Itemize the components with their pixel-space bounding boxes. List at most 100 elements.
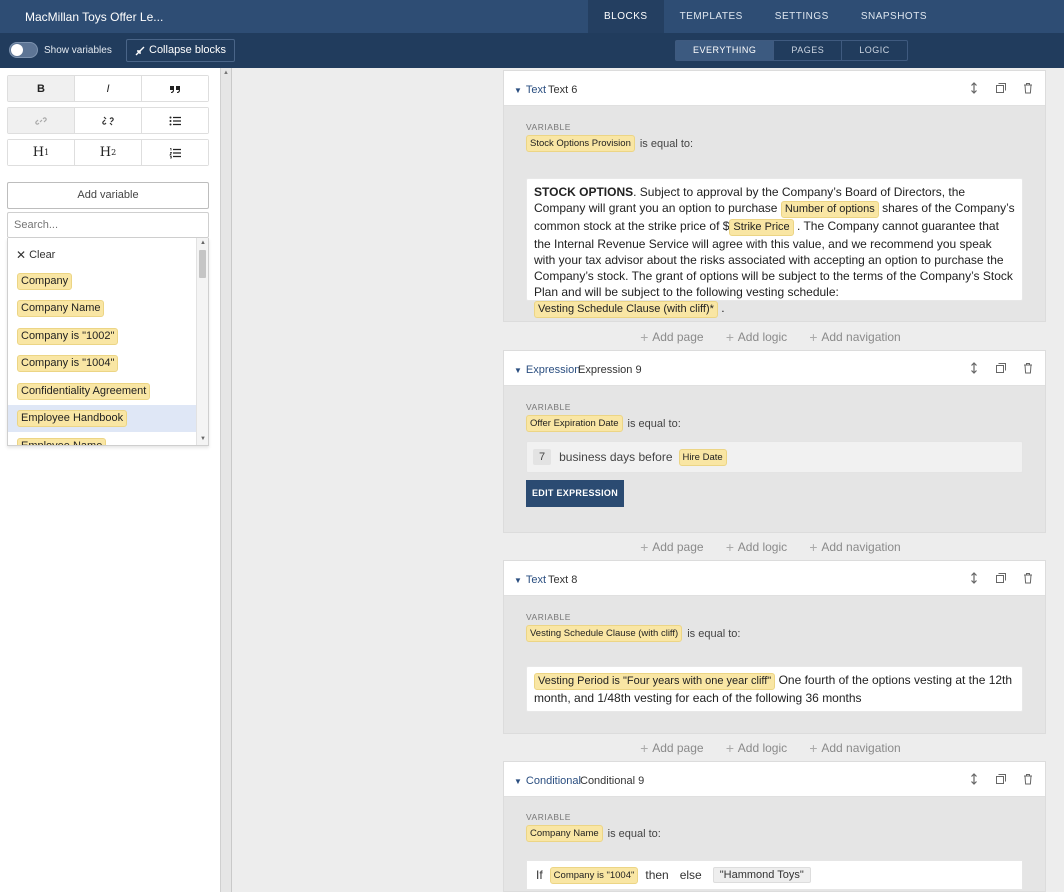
block-name: Text 8: [548, 574, 578, 586]
move-icon[interactable]: [967, 361, 981, 375]
move-icon[interactable]: [967, 772, 981, 786]
variable-pill[interactable]: Vesting Period is "Four years with one y…: [534, 673, 776, 690]
heading-2-button[interactable]: H2: [74, 140, 141, 165]
add-actions-row: + Add page + Add logic + Add navigation: [640, 740, 901, 756]
add-navigation-button[interactable]: + Add navigation: [809, 539, 901, 555]
block-type-toggle[interactable]: ▼ Conditional: [514, 775, 581, 787]
condition-pill[interactable]: Company is "1004": [549, 866, 639, 884]
variable-pill[interactable]: Number of options: [780, 201, 879, 218]
add-page-label: Add page: [652, 540, 704, 554]
variable-pill[interactable]: Strike Price: [729, 219, 794, 236]
block-actions: [967, 361, 1035, 375]
link-button[interactable]: [8, 108, 74, 133]
format-row-3: H1 H2: [7, 139, 209, 166]
add-page-button[interactable]: + Add page: [640, 329, 704, 345]
variable-search-input[interactable]: [7, 212, 209, 238]
numbered-list-button[interactable]: [141, 140, 208, 165]
block-header: ▼ Expression Expression 9: [504, 351, 1045, 386]
dropdown-scrollbar[interactable]: ▲ ▼: [196, 238, 208, 445]
tab-settings[interactable]: SETTINGS: [759, 0, 845, 33]
equal-label: is equal to:: [607, 827, 661, 840]
equal-label: is equal to:: [627, 417, 681, 430]
bullet-list-button[interactable]: [141, 108, 208, 133]
edit-expression-button[interactable]: EDIT EXPRESSION: [526, 480, 624, 507]
add-actions-row: + Add page + Add logic + Add navigation: [640, 539, 901, 555]
h2-sub: 2: [111, 148, 117, 157]
scroll-thumb[interactable]: [199, 250, 206, 278]
number-value[interactable]: 7: [533, 449, 552, 465]
add-page-button[interactable]: + Add page: [640, 539, 704, 555]
block-type-toggle[interactable]: ▼ Text: [514, 84, 546, 96]
h1-label: H: [32, 145, 45, 160]
add-navigation-button[interactable]: + Add navigation: [809, 329, 901, 345]
variable-pill[interactable]: Vesting Schedule Clause (with cliff)*: [534, 301, 718, 318]
list-item[interactable]: Employee Name: [8, 433, 197, 445]
tab-blocks[interactable]: BLOCKS: [588, 0, 664, 33]
variable-pill: Confidentiality Agreement: [17, 383, 151, 400]
add-logic-button[interactable]: + Add logic: [726, 539, 788, 555]
list-item-selected[interactable]: Employee Handbook: [8, 405, 197, 432]
block-type-toggle[interactable]: ▼ Expression: [514, 364, 580, 376]
trash-icon[interactable]: [1021, 772, 1035, 786]
tab-snapshots[interactable]: SNAPSHOTS: [845, 0, 943, 33]
move-icon[interactable]: [967, 571, 981, 585]
filter-pages[interactable]: PAGES: [773, 41, 841, 60]
tab-templates[interactable]: TEMPLATES: [664, 0, 759, 33]
add-logic-button[interactable]: + Add logic: [726, 329, 788, 345]
variable-pill[interactable]: Vesting Schedule Clause (with cliff): [526, 625, 683, 642]
trash-icon[interactable]: [1021, 81, 1035, 95]
list-item[interactable]: Company is "1004": [8, 350, 197, 377]
plus-icon: +: [809, 740, 818, 756]
block-actions: [967, 81, 1035, 95]
move-icon[interactable]: [967, 81, 981, 95]
plus-icon: +: [725, 539, 734, 555]
list-item[interactable]: Company: [8, 268, 197, 295]
text-content[interactable]: Vesting Period is "Four years with one y…: [526, 666, 1023, 712]
variable-pill: Employee Name: [17, 438, 107, 445]
block-type-label: Conditional: [525, 775, 581, 787]
block-header: ▼ Text Text 8: [504, 561, 1045, 596]
variable-line: Vesting Schedule Clause (with cliff) is …: [526, 625, 740, 642]
unlink-button[interactable]: [74, 108, 141, 133]
list-item[interactable]: Company Name: [8, 295, 197, 322]
trash-icon[interactable]: [1021, 361, 1035, 375]
add-page-button[interactable]: + Add page: [640, 740, 704, 756]
duplicate-icon[interactable]: [994, 361, 1008, 375]
variable-pill[interactable]: Stock Options Provision: [526, 135, 635, 152]
clear-option[interactable]: ✕ Clear: [16, 248, 55, 262]
bold-button[interactable]: B: [8, 76, 74, 101]
if-label: If: [536, 868, 543, 882]
quote-button[interactable]: [141, 76, 208, 101]
heading-1-button[interactable]: H1: [8, 140, 74, 165]
block-type-label: Expression: [525, 364, 581, 376]
trash-icon[interactable]: [1021, 571, 1035, 585]
list-item[interactable]: Company is "1002": [8, 323, 197, 350]
italic-button[interactable]: I: [74, 76, 141, 101]
text-content[interactable]: STOCK OPTIONS. Subject to approval by th…: [526, 178, 1023, 318]
list-item[interactable]: Confidentiality Agreement: [8, 378, 197, 405]
show-variables-toggle[interactable]: [9, 42, 38, 58]
format-row-1: B I: [7, 75, 209, 102]
collapse-blocks-button[interactable]: Collapse blocks: [126, 39, 236, 62]
variable-pill[interactable]: Hire Date: [678, 448, 727, 466]
duplicate-icon[interactable]: [994, 772, 1008, 786]
filter-everything[interactable]: EVERYTHING: [676, 41, 774, 60]
add-actions-row: + Add page + Add logic + Add navigation: [640, 329, 901, 345]
text-block-8: ▼ Text Text 8 VARIABLE Vesting Schedule C…: [503, 560, 1046, 734]
variable-label: VARIABLE: [526, 612, 571, 622]
duplicate-icon[interactable]: [994, 571, 1008, 585]
plus-icon: +: [640, 740, 649, 756]
add-logic-button[interactable]: + Add logic: [726, 740, 788, 756]
variable-pill[interactable]: Company Name: [526, 825, 603, 842]
add-variable-button[interactable]: Add variable: [7, 182, 209, 209]
duplicate-icon[interactable]: [994, 81, 1008, 95]
filter-logic[interactable]: LOGIC: [841, 41, 907, 60]
clear-label: Clear: [29, 249, 56, 261]
sidebar-scrollbar[interactable]: ▲: [220, 68, 232, 892]
bullet-list-icon: [169, 116, 181, 125]
add-navigation-button[interactable]: + Add navigation: [809, 740, 901, 756]
else-value[interactable]: "Hammond Toys": [712, 867, 811, 883]
variable-pill[interactable]: Offer Expiration Date: [526, 415, 623, 432]
add-logic-label: Add logic: [737, 330, 788, 344]
block-type-toggle[interactable]: ▼ Text: [514, 574, 546, 586]
